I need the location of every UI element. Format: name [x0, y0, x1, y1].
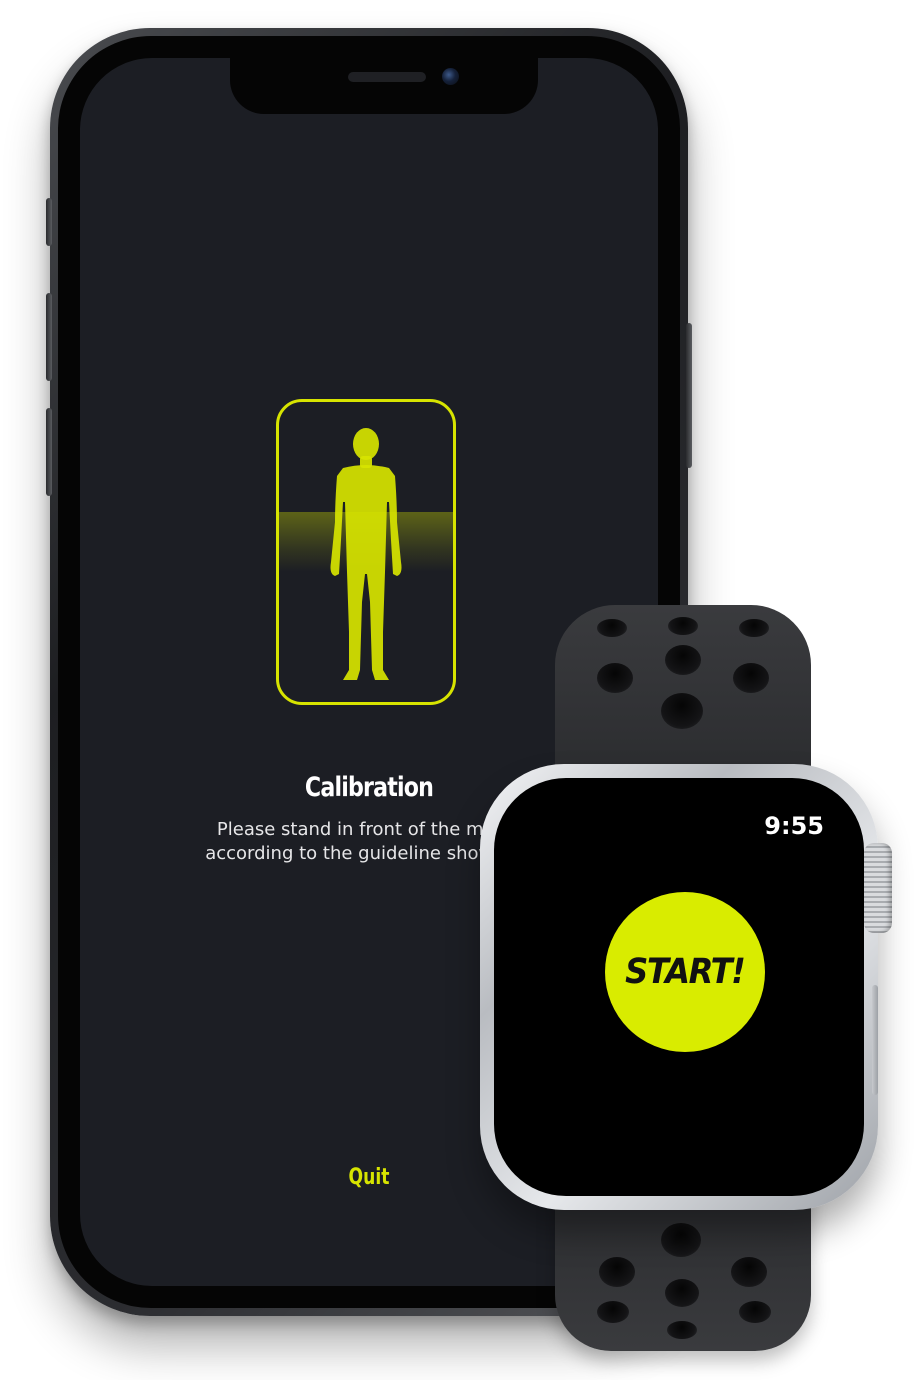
phone-volume-down-button [46, 408, 52, 496]
phone-silent-switch [46, 198, 52, 246]
band-hole [661, 693, 703, 729]
camera-icon [442, 68, 459, 85]
phone-volume-up-button [46, 293, 52, 381]
band-hole [597, 619, 627, 637]
band-hole [665, 1279, 699, 1307]
start-button[interactable]: START! [605, 892, 765, 1052]
start-button-label: START! [625, 952, 746, 992]
band-hole [739, 1301, 771, 1323]
band-hole [597, 1301, 629, 1323]
watch-bezel: 9:55 START! [494, 778, 864, 1196]
phone-power-button [686, 323, 692, 468]
band-hole [597, 663, 633, 693]
band-hole [739, 619, 769, 637]
watch-screen: 9:55 START! [512, 796, 846, 1178]
band-hole [661, 1223, 701, 1257]
device-mockup: Calibration Please stand in front of the… [0, 0, 919, 1380]
phone-notch [230, 58, 538, 114]
watch-side-button[interactable] [872, 985, 878, 1095]
band-hole [665, 645, 701, 675]
watch-time: 9:55 [764, 812, 824, 840]
band-hole [599, 1257, 635, 1287]
band-hole [733, 663, 769, 693]
band-hole [667, 1321, 697, 1339]
calibration-frame [276, 399, 456, 705]
phone-speaker [348, 72, 426, 82]
band-hole [731, 1257, 767, 1287]
human-silhouette-icon [330, 428, 402, 680]
watch-device: 9:55 START! [480, 764, 878, 1210]
band-hole [668, 617, 698, 635]
digital-crown[interactable] [864, 843, 892, 933]
